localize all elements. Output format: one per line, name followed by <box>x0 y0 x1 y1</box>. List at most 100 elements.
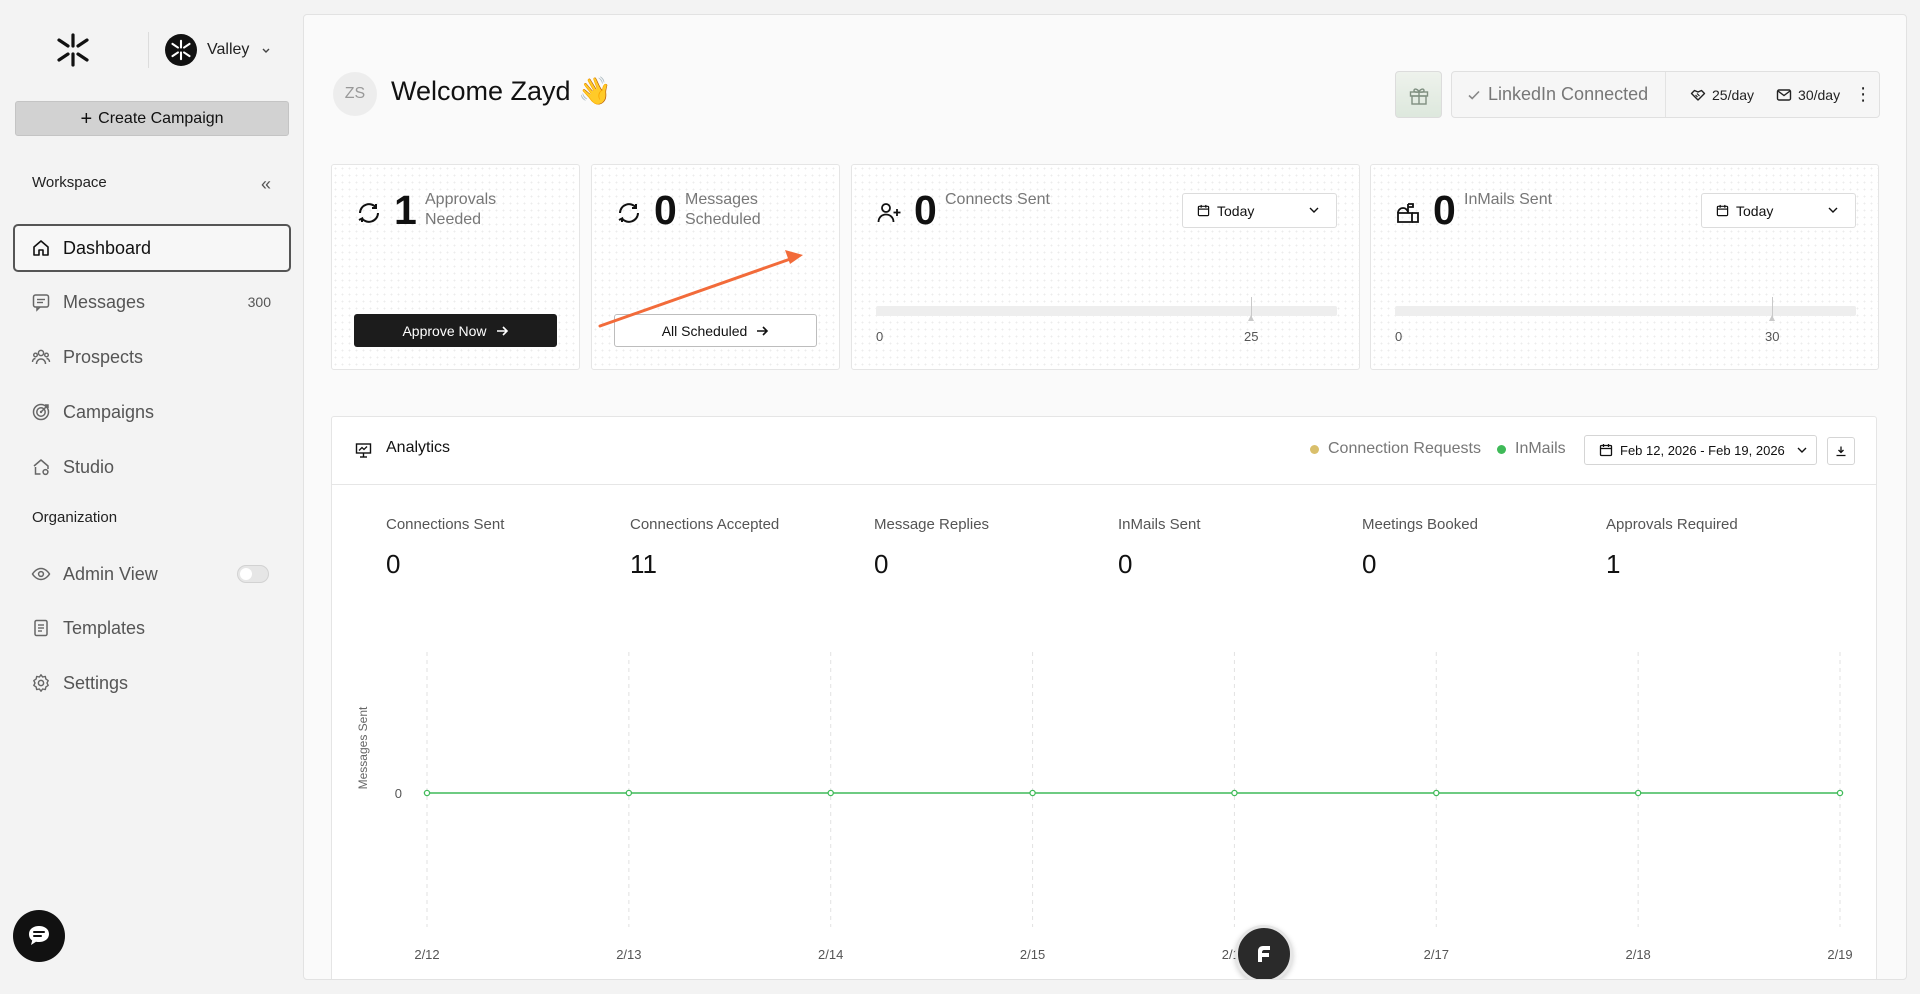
stat-inmails-sent: InMails Sent 0 <box>1118 516 1201 580</box>
more-vertical-icon[interactable]: ⋮ <box>1854 84 1872 105</box>
inmails-period-select[interactable]: Today <box>1701 193 1856 228</box>
sidebar-item-prospects[interactable]: Prospects <box>13 333 291 381</box>
stat-value: 11 <box>630 549 657 579</box>
stat-approvals-required: Approvals Required 1 <box>1606 516 1738 580</box>
create-campaign-label: Create Campaign <box>98 109 224 127</box>
linkedin-connection-bar: LinkedIn Connected 25/day 30/day ⋮ <box>1451 71 1880 118</box>
connect-limit[interactable]: 25/day <box>1690 87 1754 103</box>
support-chat-button[interactable] <box>13 910 65 962</box>
sidebar-item-label: Studio <box>63 456 115 477</box>
stat-value: 0 <box>874 549 889 579</box>
stat-connections-accepted: Connections Accepted 11 <box>630 516 779 580</box>
inmails-card: 0 InMails Sent Today 0 30 <box>1370 164 1879 370</box>
all-scheduled-button[interactable]: All Scheduled <box>614 314 817 347</box>
floating-action-button[interactable] <box>1235 925 1293 979</box>
plus-icon: + <box>80 107 93 130</box>
linkedin-status-label: LinkedIn Connected <box>1488 84 1649 104</box>
message-icon <box>32 294 50 312</box>
document-icon <box>34 619 48 637</box>
stat-value: 0 <box>386 549 401 579</box>
check-icon <box>1468 90 1480 100</box>
workspace-section-label: Workspace <box>32 174 107 191</box>
connect-limit-label: 25/day <box>1712 86 1755 103</box>
presentation-chart-icon <box>355 443 372 458</box>
download-button[interactable] <box>1827 437 1855 465</box>
brand-logo-icon[interactable] <box>55 32 91 68</box>
data-point <box>827 789 834 797</box>
inmails-count: 0 <box>1433 187 1456 233</box>
linkedin-status[interactable]: LinkedIn Connected <box>1452 72 1666 117</box>
legend-label: InMails <box>1515 440 1566 457</box>
eye-icon <box>31 567 51 581</box>
legend-dot <box>1497 444 1506 454</box>
sidebar-item-settings[interactable]: Settings <box>13 659 291 707</box>
org-switcher[interactable]: Valley <box>165 33 271 67</box>
connects-period-value: Today <box>1217 202 1255 219</box>
mailbox-icon <box>1397 203 1419 223</box>
user-plus-icon <box>877 203 901 223</box>
connects-progress-track <box>876 306 1337 316</box>
org-logo-icon <box>171 39 191 61</box>
stat-label: Message Replies <box>874 516 990 533</box>
date-range-picker[interactable]: Feb 12, 2026 - Feb 19, 2026 <box>1584 435 1817 465</box>
stat-label: Connections Sent <box>386 516 505 533</box>
collapse-sidebar-icon[interactable]: « <box>261 174 271 195</box>
inmails-min-label: 0 <box>1395 329 1403 344</box>
x-tick-label: 2/17 <box>1424 947 1449 962</box>
x-tick-label: 2/14 <box>818 947 843 962</box>
scheduled-count: 0 <box>654 187 677 233</box>
connects-count: 0 <box>914 187 937 233</box>
stat-label: Approvals Required <box>1606 516 1738 533</box>
home-icon <box>33 240 49 256</box>
sidebar-item-dashboard[interactable]: Dashboard <box>13 224 291 272</box>
arrow-right-icon <box>757 325 769 336</box>
inmail-limit[interactable]: 30/day <box>1776 87 1840 103</box>
connects-max-label: 25 <box>1244 329 1259 344</box>
legend-label: Connection Requests <box>1328 440 1481 457</box>
studio-home-gear-icon <box>33 459 49 476</box>
inmail-limit-label: 30/day <box>1798 86 1841 103</box>
stat-label: InMails Sent <box>1118 516 1201 533</box>
refresh-chat-icon <box>618 203 639 223</box>
stat-meetings-booked: Meetings Booked 0 <box>1362 516 1478 580</box>
legend-inmails: InMails <box>1497 440 1566 458</box>
messages-count-badge: 300 <box>247 294 271 310</box>
stat-value: 0 <box>1362 549 1377 579</box>
analytics-title: Analytics <box>386 439 451 456</box>
stat-message-replies: Message Replies 0 <box>874 516 989 580</box>
org-avatar <box>165 34 197 66</box>
sidebar-item-studio[interactable]: Studio <box>13 443 291 491</box>
data-point <box>625 789 633 797</box>
sidebar-item-campaigns[interactable]: Campaigns <box>13 388 291 436</box>
calendar-icon <box>1716 204 1729 217</box>
page-title: Welcome Zayd 👋 <box>391 76 612 106</box>
y-tick-label: 0 <box>395 786 402 801</box>
sidebar-item-admin-view[interactable]: Admin View <box>13 550 291 598</box>
x-tick-label: 2/12 <box>414 947 439 962</box>
inmails-label: InMails Sent <box>1464 191 1553 208</box>
chevron-down-icon <box>262 48 270 53</box>
connects-period-select[interactable]: Today <box>1182 193 1337 228</box>
arrow-right-icon <box>496 325 508 336</box>
data-point <box>1029 789 1036 797</box>
mail-icon <box>1776 88 1792 101</box>
approve-now-label: Approve Now <box>402 322 487 339</box>
gear-icon <box>33 674 49 692</box>
sidebar: Valley + Create Campaign Workspace « Das… <box>0 0 303 994</box>
sidebar-item-label: Prospects <box>63 346 144 367</box>
stat-connections-sent: Connections Sent 0 <box>386 516 504 580</box>
user-avatar[interactable]: ZS <box>333 72 377 116</box>
sidebar-item-messages[interactable]: Messages 300 <box>13 278 291 326</box>
x-tick-label: 2/13 <box>616 947 641 962</box>
create-campaign-button[interactable]: + Create Campaign <box>15 101 289 136</box>
sidebar-item-label: Messages <box>63 291 146 312</box>
sidebar-item-templates[interactable]: Templates <box>13 604 291 652</box>
date-range-value: Feb 12, 2026 - Feb 19, 2026 <box>1620 442 1785 458</box>
approve-now-button[interactable]: Approve Now <box>354 314 557 347</box>
scheduled-card: 0 Messages Scheduled All Scheduled <box>591 164 840 370</box>
legend-connection-requests: Connection Requests <box>1310 440 1481 458</box>
chat-icon <box>29 926 49 945</box>
gift-icon <box>1409 87 1428 105</box>
gift-button[interactable] <box>1395 71 1442 118</box>
admin-view-toggle[interactable] <box>237 565 269 583</box>
